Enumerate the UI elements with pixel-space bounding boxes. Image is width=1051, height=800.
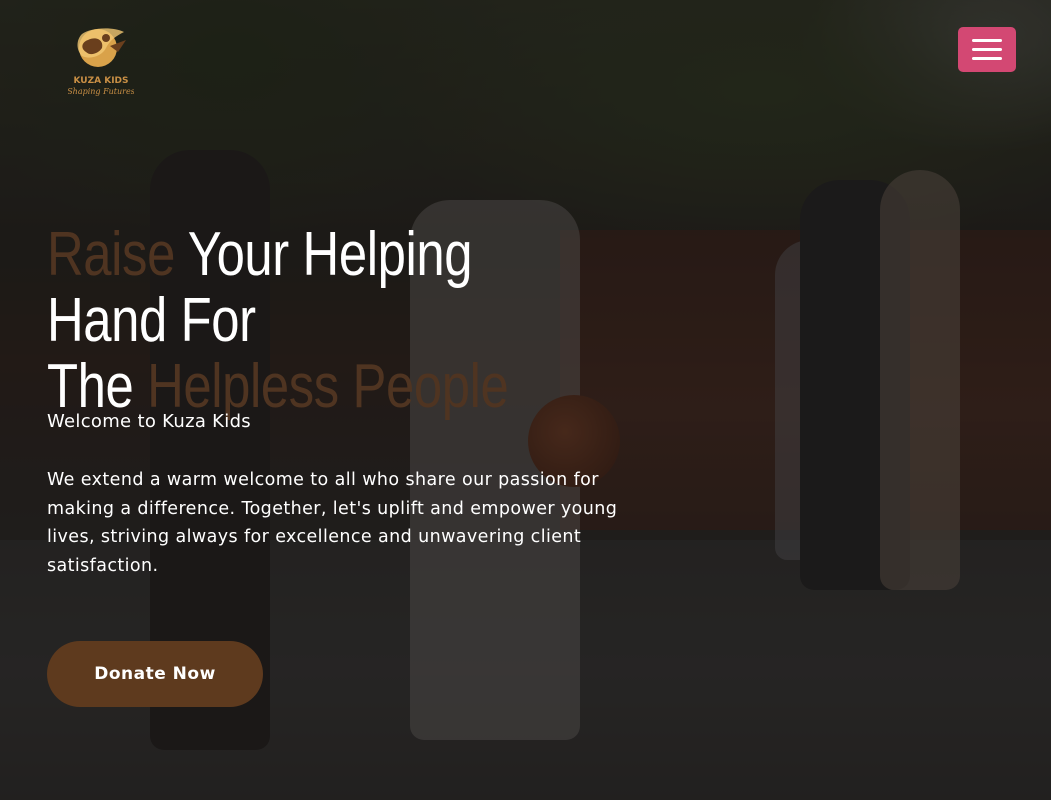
donate-now-button[interactable]: Donate Now	[47, 641, 263, 707]
logo-tagline-text: Shaping Futures	[68, 87, 134, 96]
logo-brand-text: KUZA KIDS	[73, 76, 128, 86]
hamburger-menu-button[interactable]	[958, 27, 1016, 72]
hero-headline: Raise Your Helping Hand For The Helpless…	[47, 222, 572, 420]
hamburger-menu-icon-bar	[972, 48, 1002, 51]
kuza-kids-logo-icon: KUZA KIDS Shaping Futures	[67, 28, 135, 96]
hamburger-menu-icon-bar	[972, 57, 1002, 60]
site-logo[interactable]: KUZA KIDS Shaping Futures	[67, 26, 135, 98]
headline-accent-raise: Raise	[47, 220, 188, 289]
hamburger-menu-icon	[972, 39, 1002, 42]
welcome-text: Welcome to Kuza Kids	[47, 411, 251, 432]
hero-description: We extend a warm welcome to all who shar…	[47, 470, 618, 576]
